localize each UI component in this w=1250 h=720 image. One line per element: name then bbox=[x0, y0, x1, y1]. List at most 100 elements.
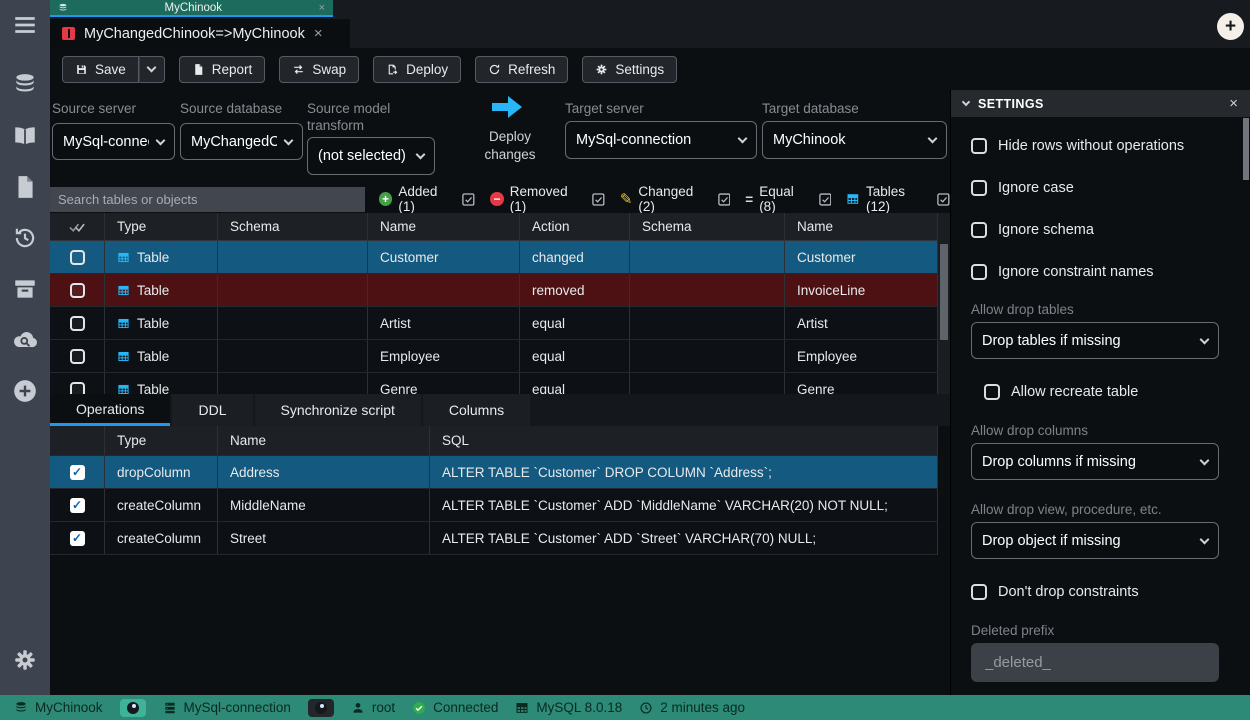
tab-columns[interactable]: Columns bbox=[423, 394, 530, 426]
filter-tables[interactable]: Tables (12) bbox=[846, 184, 950, 214]
table-row[interactable]: Table Employee equal Employee bbox=[50, 340, 938, 373]
filter-equal[interactable]: Equal (8) bbox=[745, 184, 831, 214]
filter-row: Added (1) Removed (1) Changed (2) Equal … bbox=[50, 186, 950, 212]
deleted-prefix-input[interactable] bbox=[971, 643, 1219, 682]
save-button-group: Save bbox=[62, 56, 165, 83]
history-icon[interactable] bbox=[12, 225, 38, 251]
database-icon bbox=[14, 701, 28, 715]
row-checkbox[interactable] bbox=[70, 283, 85, 298]
checkbox-check-icon[interactable] bbox=[819, 193, 832, 206]
checkbox-check-icon[interactable] bbox=[592, 193, 605, 206]
column-header[interactable]: Type bbox=[105, 426, 218, 455]
save-button[interactable]: Save bbox=[62, 56, 139, 83]
select-all-icon[interactable] bbox=[50, 213, 105, 240]
archive-icon[interactable] bbox=[12, 276, 38, 302]
filter-changed[interactable]: Changed (2) bbox=[620, 184, 730, 214]
databases-icon[interactable] bbox=[12, 72, 38, 98]
row-checkbox[interactable] bbox=[70, 316, 85, 331]
table-row[interactable]: createColumn MiddleName ALTER TABLE `Cus… bbox=[50, 489, 938, 522]
source-model-select[interactable]: (not selected) bbox=[307, 137, 435, 175]
checkbox-ignore-schema[interactable]: Ignore schema bbox=[971, 222, 1094, 238]
source-database-select[interactable]: MyChangedChinook bbox=[180, 123, 303, 160]
close-icon[interactable]: × bbox=[1229, 95, 1238, 112]
close-icon[interactable]: × bbox=[319, 2, 325, 14]
book-icon[interactable] bbox=[12, 123, 38, 149]
save-dropdown-button[interactable] bbox=[139, 56, 165, 83]
column-header[interactable]: Name bbox=[218, 426, 430, 455]
table-row[interactable]: Table Genre equal Genre bbox=[50, 373, 938, 394]
filter-removed[interactable]: Removed (1) bbox=[490, 184, 605, 214]
table-row[interactable]: Table Customer changed Customer bbox=[50, 241, 938, 274]
tab-synchronize-script[interactable]: Synchronize script bbox=[255, 394, 421, 426]
column-header[interactable]: SQL bbox=[430, 426, 938, 455]
column-header[interactable]: Schema bbox=[630, 213, 785, 240]
refresh-icon bbox=[488, 63, 501, 76]
checkbox-ignore-case[interactable]: Ignore case bbox=[971, 180, 1074, 196]
refresh-button[interactable]: Refresh bbox=[475, 56, 568, 83]
checkbox-icon[interactable] bbox=[971, 584, 987, 600]
search-input[interactable] bbox=[50, 187, 365, 212]
checkbox-icon[interactable] bbox=[971, 180, 987, 196]
deploy-button[interactable]: Deploy bbox=[373, 56, 461, 83]
settings-panel-header[interactable]: SETTINGS × bbox=[951, 90, 1250, 117]
diff-table-scrollbar[interactable] bbox=[938, 213, 950, 394]
allow-drop-view-select[interactable]: Drop object if missing bbox=[971, 522, 1219, 559]
row-checkbox[interactable] bbox=[70, 382, 85, 395]
scrollbar-thumb[interactable] bbox=[940, 244, 948, 340]
close-icon[interactable]: × bbox=[314, 25, 323, 42]
checkbox-icon[interactable] bbox=[971, 264, 987, 280]
column-header[interactable]: Name bbox=[785, 213, 938, 240]
column-header[interactable]: Type bbox=[105, 213, 218, 240]
add-circle-icon[interactable] bbox=[12, 378, 38, 404]
add-tab-button[interactable]: + bbox=[1217, 13, 1244, 40]
allow-drop-columns-select[interactable]: Drop columns if missing bbox=[971, 443, 1219, 480]
checkbox-allow-recreate-table[interactable]: Allow recreate table bbox=[984, 384, 1138, 400]
table-row[interactable]: Table Artist equal Artist bbox=[50, 307, 938, 340]
target-server-select[interactable]: MySql-connection bbox=[565, 121, 757, 159]
checkbox-ignore-constraint-names[interactable]: Ignore constraint names bbox=[971, 264, 1154, 280]
settings-button[interactable]: Settings bbox=[582, 56, 677, 83]
status-connection[interactable]: MySql-connection bbox=[163, 700, 291, 715]
engine-badge-icon[interactable] bbox=[120, 699, 146, 717]
tab-database-mychinook[interactable]: MyChinook × bbox=[50, 0, 333, 17]
table-row[interactable]: Table removed InvoiceLine bbox=[50, 274, 938, 307]
checkbox-check-icon[interactable] bbox=[462, 193, 475, 206]
target-database-select[interactable]: MyChinook bbox=[762, 121, 947, 159]
report-button[interactable]: Report bbox=[179, 56, 266, 83]
tab-operations[interactable]: Operations bbox=[50, 394, 170, 426]
allow-drop-tables-select[interactable]: Drop tables if missing bbox=[971, 322, 1219, 359]
engine-badge-icon[interactable] bbox=[308, 699, 334, 717]
checkbox-icon[interactable] bbox=[971, 138, 987, 154]
row-checkbox-checked[interactable] bbox=[70, 531, 85, 546]
cloud-search-icon[interactable] bbox=[12, 327, 38, 353]
status-database[interactable]: MyChinook bbox=[14, 700, 103, 715]
column-header[interactable]: Schema bbox=[218, 213, 368, 240]
table-grid-icon bbox=[117, 350, 130, 363]
mysql-engine-icon bbox=[315, 702, 327, 714]
column-header[interactable]: Action bbox=[520, 213, 630, 240]
deploy-changes-label[interactable]: Deploy changes bbox=[465, 128, 555, 164]
file-icon[interactable] bbox=[12, 174, 38, 200]
tab-label: MyChinook bbox=[74, 2, 313, 14]
swap-button[interactable]: Swap bbox=[279, 56, 359, 83]
row-checkbox[interactable] bbox=[70, 250, 85, 265]
row-checkbox-checked[interactable] bbox=[70, 498, 85, 513]
filter-added[interactable]: Added (1) bbox=[379, 184, 475, 214]
tab-ddl[interactable]: DDL bbox=[172, 394, 252, 426]
table-row[interactable]: createColumn Street ALTER TABLE `Custome… bbox=[50, 522, 938, 555]
table-row[interactable]: dropColumn Address ALTER TABLE `Customer… bbox=[50, 456, 938, 489]
menu-icon[interactable] bbox=[12, 12, 38, 38]
row-checkbox[interactable] bbox=[70, 349, 85, 364]
checkbox-icon[interactable] bbox=[984, 384, 1000, 400]
column-header[interactable]: Name bbox=[368, 213, 520, 240]
checkbox-dont-drop-constraints[interactable]: Don't drop constraints bbox=[971, 584, 1139, 600]
checkbox-check-icon[interactable] bbox=[718, 193, 731, 206]
settings-scrollbar-thumb[interactable] bbox=[1243, 118, 1249, 180]
row-checkbox-checked[interactable] bbox=[70, 465, 85, 480]
checkbox-hide-rows[interactable]: Hide rows without operations bbox=[971, 138, 1184, 154]
checkbox-check-icon[interactable] bbox=[937, 193, 950, 206]
gear-icon[interactable] bbox=[12, 647, 38, 673]
source-server-select[interactable]: MySql-connection bbox=[52, 123, 175, 160]
checkbox-icon[interactable] bbox=[971, 222, 987, 238]
tab-compare-file[interactable]: MyChangedChinook=>MyChinook × bbox=[50, 19, 350, 48]
